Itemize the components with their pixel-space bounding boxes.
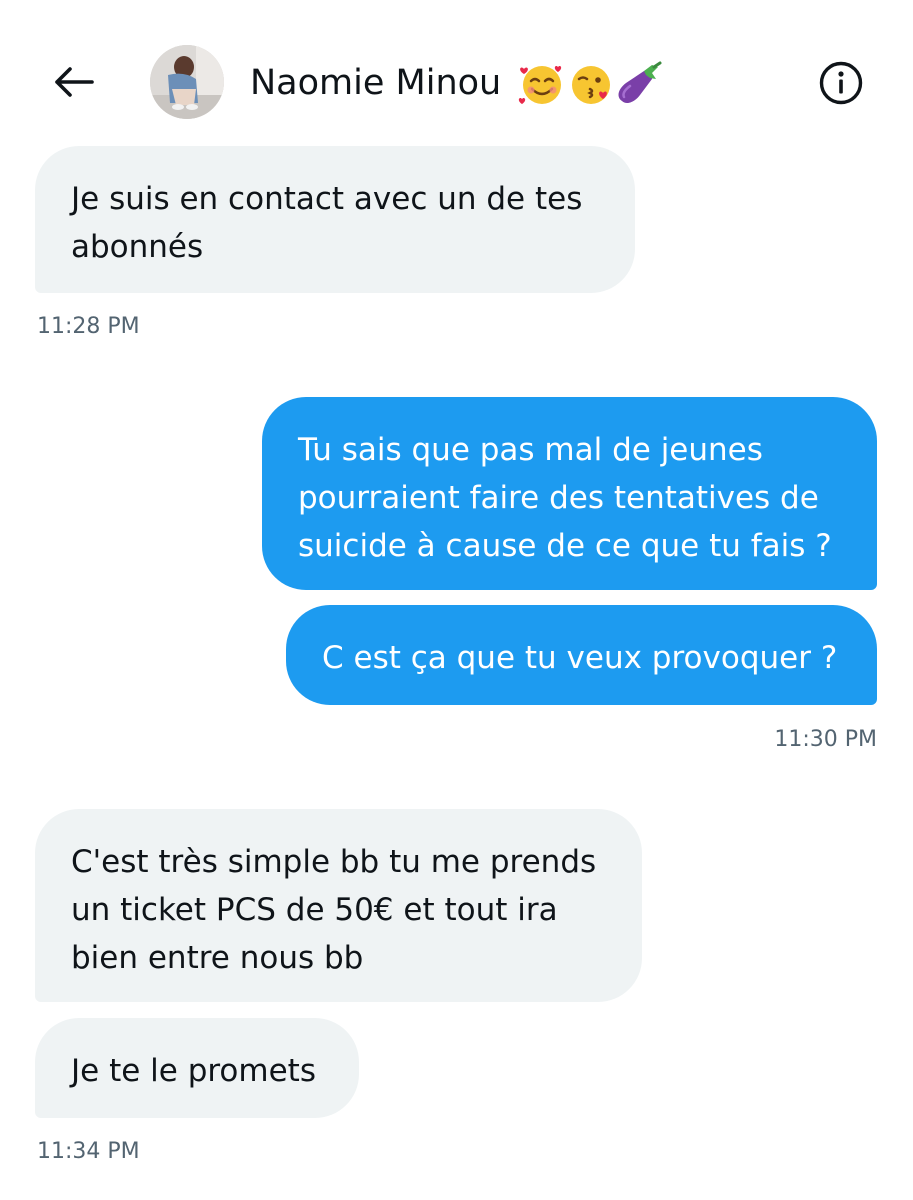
message-text-line: bien entre nous bb xyxy=(71,940,364,976)
message-bubble-incoming[interactable]: Je suis en contact avec un de tes abonné… xyxy=(35,146,635,293)
face-blowing-a-kiss-icon xyxy=(572,66,611,104)
message-timestamp: 11:30 PM xyxy=(774,727,877,752)
message-text-line: abonnés xyxy=(71,229,204,265)
message-text-line: Tu sais que pas mal de jeunes xyxy=(298,432,763,468)
avatar[interactable] xyxy=(150,45,224,119)
arrow-left-icon xyxy=(55,67,94,97)
contact-avatar-photo xyxy=(150,45,224,119)
back-button[interactable] xyxy=(48,56,100,108)
smiling-face-with-hearts-icon xyxy=(519,65,562,104)
conversation-info-button[interactable] xyxy=(816,58,866,108)
message-bubble-incoming[interactable]: Je te le promets xyxy=(35,1018,359,1118)
message-text-line: Je suis en contact avec un de tes xyxy=(71,181,583,217)
info-circle-icon xyxy=(819,61,863,105)
name-emojis xyxy=(519,61,662,104)
message-timestamp: 11:28 PM xyxy=(37,314,140,339)
message-text-line: Je te le promets xyxy=(71,1053,316,1089)
message-timestamp: 11:34 PM xyxy=(37,1139,140,1164)
message-text-line: un ticket PCS de 50€ et tout ira xyxy=(71,892,558,928)
conversation-header: Naomie Minou xyxy=(0,0,913,150)
message-text-line: pourraient faire des tentatives de xyxy=(298,480,819,516)
message-text-line: C est ça que tu veux provoquer ? xyxy=(322,640,838,676)
message-bubble-outgoing[interactable]: Tu sais que pas mal de jeunes pourraient… xyxy=(262,397,877,590)
contact-name[interactable]: Naomie Minou xyxy=(250,60,668,107)
message-text-line: C'est très simple bb tu me prends xyxy=(71,844,597,880)
message-bubble-outgoing[interactable]: C est ça que tu veux provoquer ? xyxy=(286,605,877,705)
eggplant-icon xyxy=(618,61,662,103)
message-text-line: suicide à cause de ce que tu fais ? xyxy=(298,528,832,564)
message-bubble-incoming[interactable]: C'est très simple bb tu me prends un tic… xyxy=(35,809,642,1002)
contact-name-text: Naomie Minou xyxy=(250,63,502,103)
